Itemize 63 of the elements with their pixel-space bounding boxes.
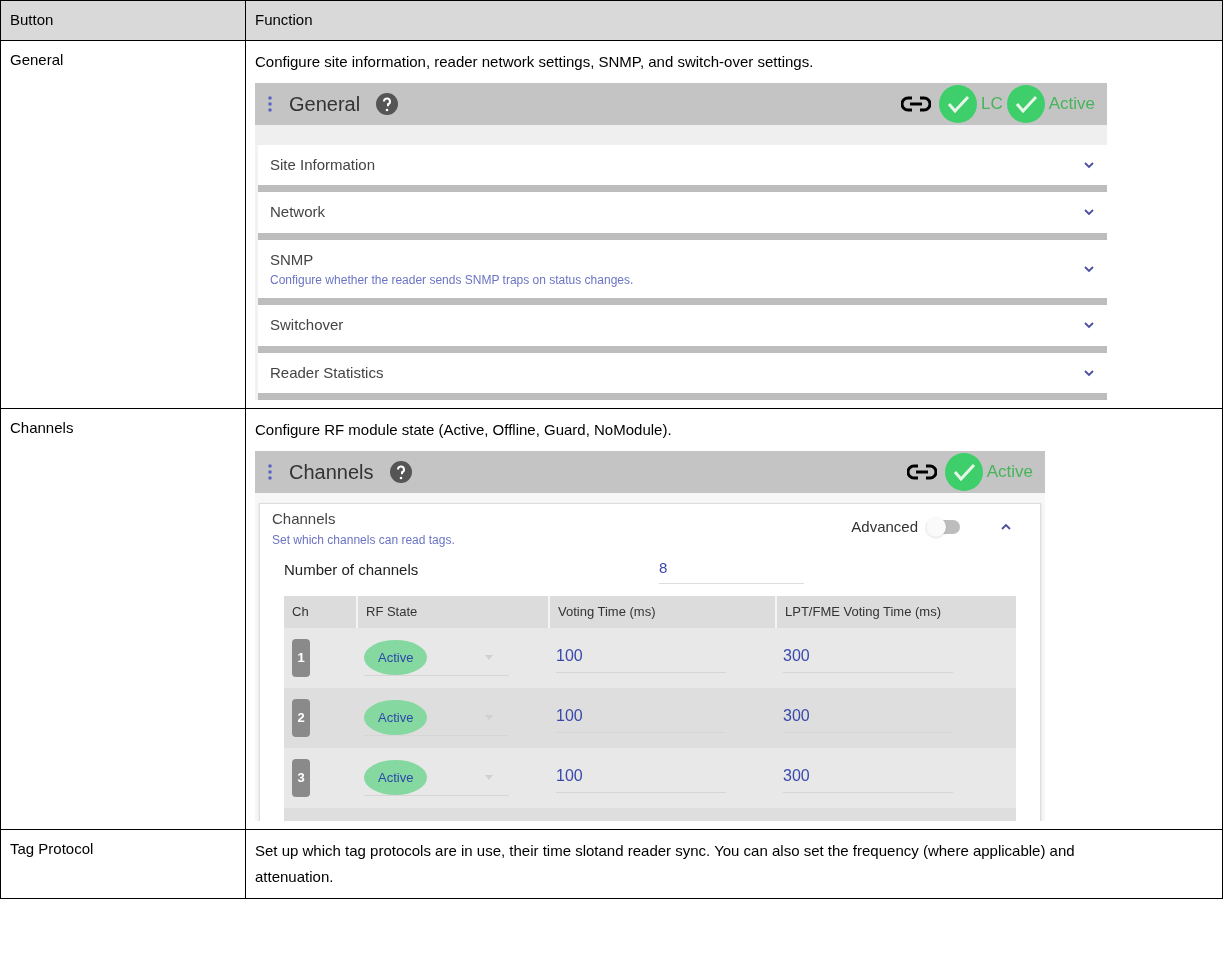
more-menu-icon[interactable]: [267, 463, 273, 481]
chevron-down-icon[interactable]: [1083, 368, 1095, 377]
chevron-up-icon[interactable]: [1000, 523, 1012, 532]
panel-title: Channels: [289, 460, 374, 485]
dropdown-caret-icon: [485, 655, 493, 660]
link-icon[interactable]: [906, 463, 937, 481]
chevron-down-icon[interactable]: [1083, 160, 1095, 169]
channel-number: 1: [292, 639, 310, 677]
check-circle-icon: [938, 84, 977, 123]
lpt-voting-time-field[interactable]: 300: [783, 763, 953, 793]
panel-title: General: [289, 91, 361, 117]
state-pill: Active: [364, 699, 428, 736]
header-cell: Function: [246, 1, 1223, 41]
voting-time-field[interactable]: 100: [556, 763, 726, 793]
channel-number: 2: [292, 699, 310, 737]
state-pill: Active: [364, 759, 428, 796]
state-dropdown[interactable]: Active: [364, 639, 509, 677]
accordion-section[interactable]: Site Information: [258, 144, 1107, 192]
accordion-section[interactable]: Network: [258, 192, 1107, 240]
channel-number: 3: [292, 759, 310, 797]
section-title: Reader Statistics: [270, 362, 384, 383]
section-title: Site Information: [270, 154, 376, 175]
lpt-voting-time-field[interactable]: 300: [783, 643, 953, 673]
section-subtitle: Configure whether the reader sends SNMP traps on status changes.: [270, 272, 634, 289]
column-header: Ch: [291, 603, 310, 622]
help-icon[interactable]: [376, 92, 399, 115]
voting-time-field[interactable]: 100: [556, 703, 726, 733]
function-text: Configure site information, reader network settings, SNMP, and switch-over settings.: [255, 51, 815, 72]
function-text: Set up which tag protocols are in use, their time slotand reader sync. You can also set the frequency (where applicable) and attenuation.: [255, 841, 1076, 887]
section-title: Network: [270, 202, 325, 222]
state-dropdown[interactable]: Active: [364, 699, 509, 737]
status-label: Active: [986, 461, 1033, 484]
section-title: Channels: [272, 509, 337, 529]
dropdown-caret-icon: [485, 775, 493, 780]
section-title: SNMP: [270, 249, 315, 270]
table-cell: Channels: [1, 409, 246, 830]
section-subtitle: Set which channels can read tags.: [272, 531, 455, 549]
header-cell: Button: [1, 1, 246, 41]
accordion-section[interactable]: Reader Statistics: [258, 352, 1107, 400]
check-circle-icon: [1006, 84, 1045, 123]
table-cell: Tag Protocol: [1, 830, 246, 899]
state-pill: Active: [364, 639, 428, 676]
table-cell: General: [1, 40, 246, 409]
field-label: Number of channels: [284, 560, 420, 580]
chevron-down-icon[interactable]: [1083, 264, 1095, 273]
voting-time-field[interactable]: 100: [556, 643, 726, 673]
section-title: Switchover: [270, 315, 344, 335]
number-field[interactable]: 8: [659, 556, 804, 584]
lpt-voting-time-field[interactable]: 300: [783, 703, 953, 733]
status-label: LC: [980, 92, 1003, 115]
state-dropdown[interactable]: Active: [364, 759, 509, 797]
toggle-switch[interactable]: [926, 520, 960, 535]
more-menu-icon[interactable]: [267, 94, 273, 113]
advanced-label: Advanced: [851, 517, 918, 537]
link-icon[interactable]: [900, 94, 931, 113]
status-label: Active: [1048, 92, 1095, 115]
check-circle-icon: [944, 453, 983, 491]
accordion-section[interactable]: Switchover: [258, 305, 1107, 353]
help-icon[interactable]: [389, 461, 412, 483]
accordion-section[interactable]: SNMP Configure whether the reader sends SNMP traps on status changes.: [258, 239, 1107, 305]
chevron-down-icon[interactable]: [1083, 321, 1095, 330]
chevron-down-icon[interactable]: [1083, 208, 1095, 217]
function-text: Configure RF module state (Active, Offline, Guard, NoModule).: [255, 420, 673, 440]
